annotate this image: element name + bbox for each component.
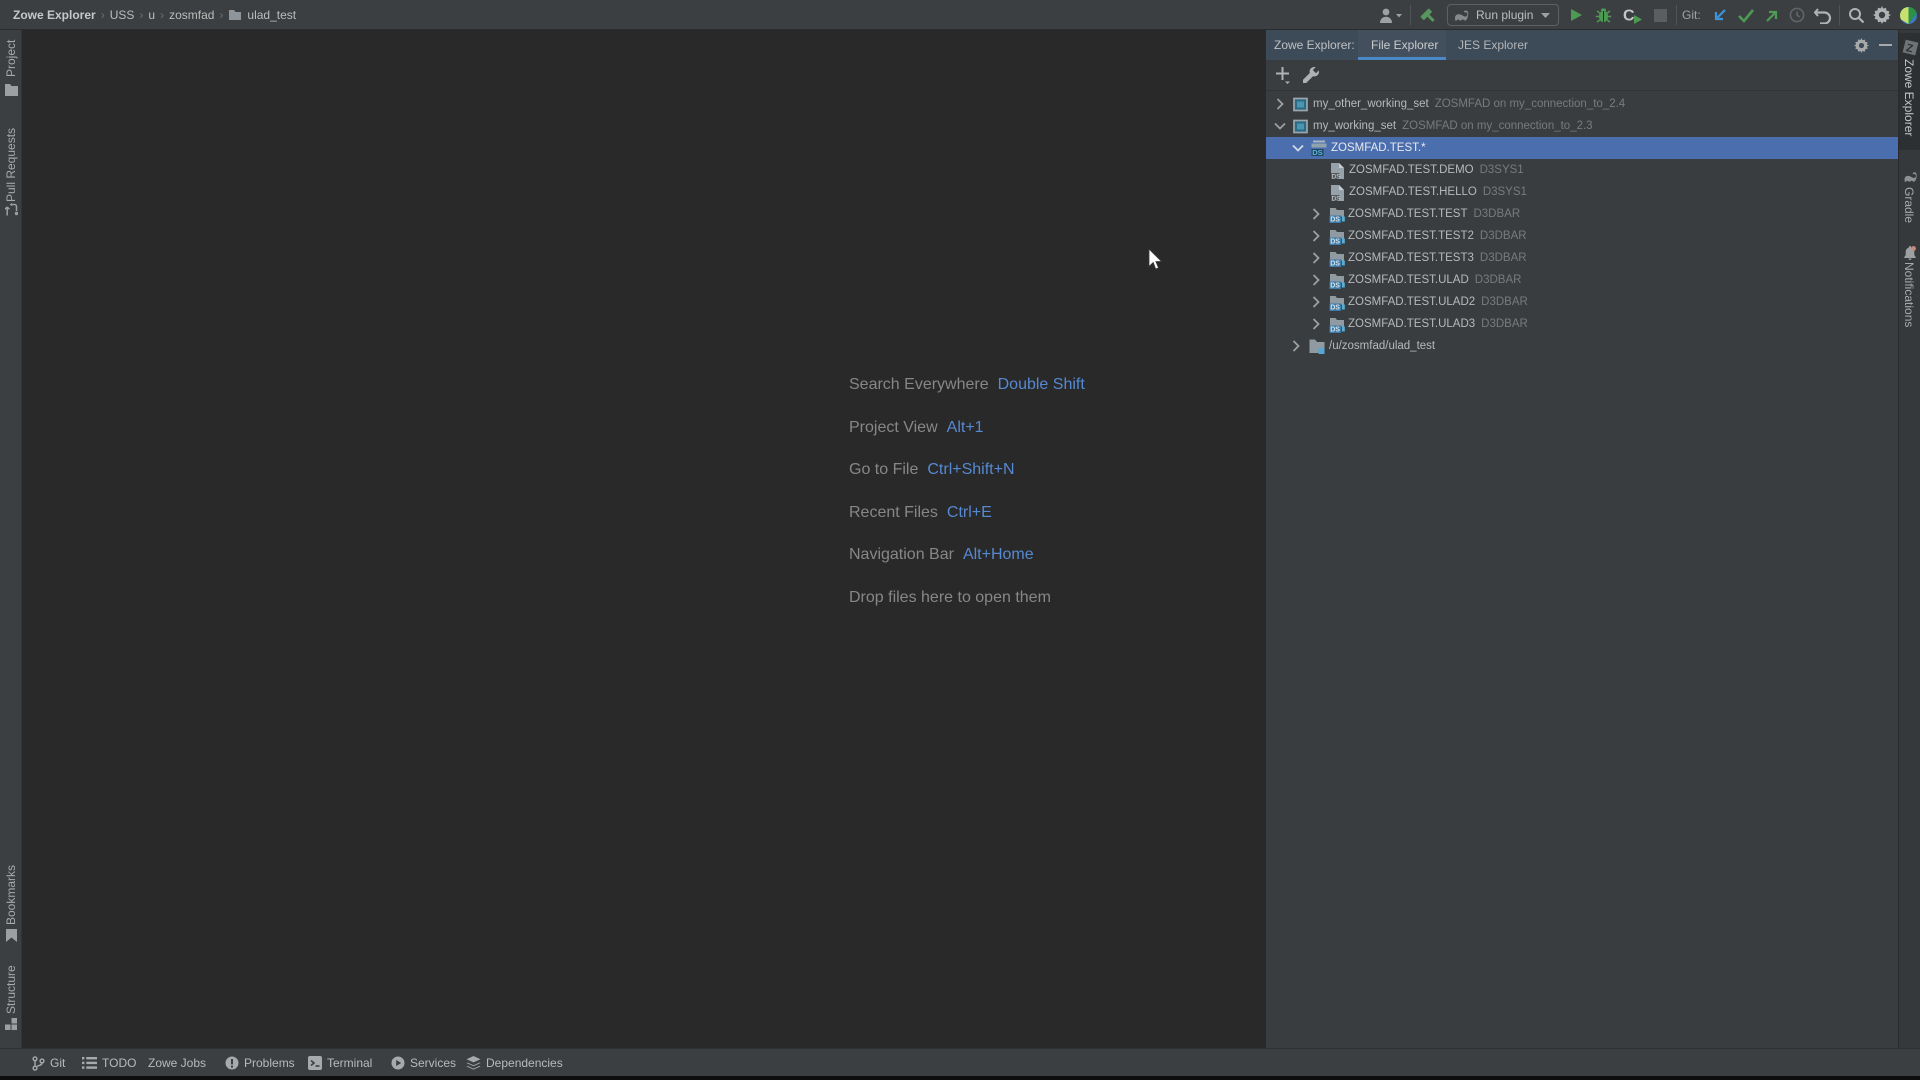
svg-text:DS: DS (1330, 327, 1340, 333)
svg-text:DS: DS (1330, 239, 1340, 245)
svg-text:DS: DS (1312, 148, 1322, 156)
svg-text:C: C (1623, 8, 1635, 25)
svg-text:DS: DS (1330, 305, 1340, 311)
svg-text:DS: DS (1330, 283, 1340, 289)
svg-text:DS: DS (1330, 261, 1340, 267)
svg-text:DS: DS (1330, 217, 1340, 223)
svg-text:DS: DS (1332, 195, 1342, 201)
svg-text:DS: DS (1332, 173, 1342, 179)
